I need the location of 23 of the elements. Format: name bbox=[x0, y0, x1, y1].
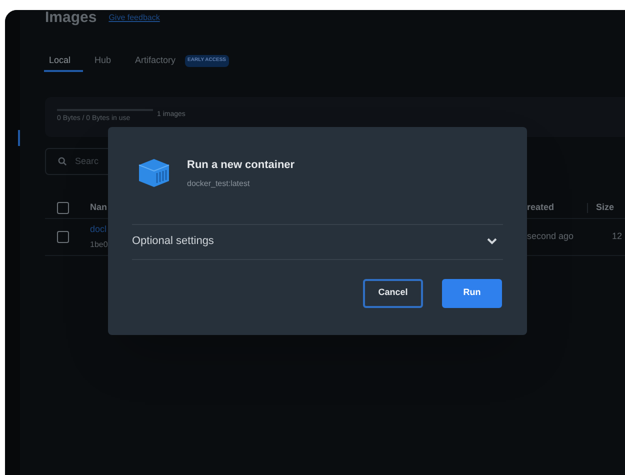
tab[interactable]: Hub bbox=[82, 52, 124, 72]
section-label: Optional settings bbox=[132, 234, 214, 250]
tab[interactable]: Local bbox=[44, 52, 83, 72]
checkbox[interactable] bbox=[57, 231, 69, 243]
column-header: reated bbox=[527, 200, 556, 214]
optional-settings-toggle[interactable]: Optional settings bbox=[132, 224, 503, 260]
chevron-icon bbox=[487, 238, 497, 245]
image-name-link[interactable]: docl bbox=[90, 222, 107, 236]
feedback-link[interactable]: Give feedback bbox=[108, 12, 160, 24]
dialog-title: Run a new container bbox=[187, 158, 295, 173]
page-title: Images bbox=[45, 10, 97, 26]
table-cell-text: second ago bbox=[527, 230, 575, 244]
cancel-button[interactable]: Cancel bbox=[363, 278, 423, 308]
run-button[interactable]: Run bbox=[442, 278, 502, 308]
column-header: Size bbox=[596, 200, 614, 214]
search-icon bbox=[58, 157, 67, 166]
dialog-subtitle: docker_test:latest bbox=[187, 178, 251, 190]
table-cell-text: 12 bbox=[612, 230, 622, 244]
container-icon bbox=[137, 157, 171, 190]
image-id: 1be0 bbox=[90, 239, 108, 252]
column-header: Nan bbox=[90, 200, 108, 214]
sidebar-active-marker bbox=[18, 130, 20, 146]
checkbox[interactable] bbox=[57, 202, 69, 214]
